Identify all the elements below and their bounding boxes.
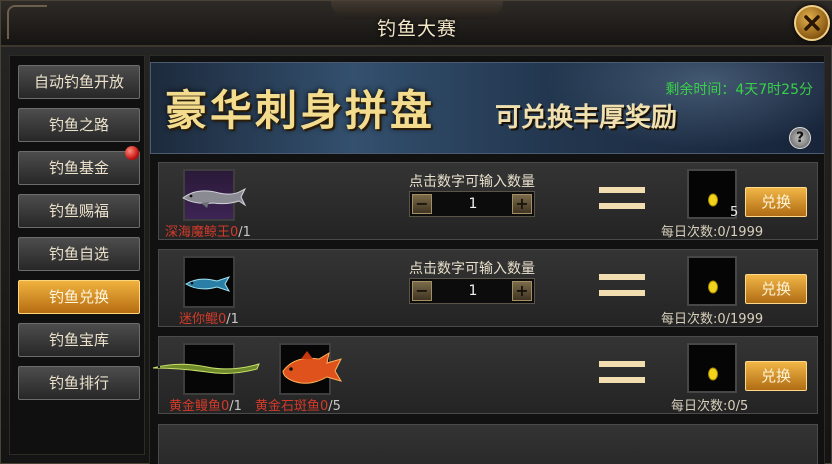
close-icon [804, 15, 820, 31]
quantity-hint: 点击数字可输入数量 [409, 174, 535, 190]
item-slot[interactable] [152, 343, 260, 395]
sidebar-item-label: 钓鱼兑换 [48, 288, 109, 306]
daily-limit: 每日次数:0/1999 [661, 225, 764, 240]
help-icon: ? [795, 130, 805, 146]
sidebar-item-fishing-ranking[interactable]: 钓鱼排行 [18, 366, 140, 400]
golden-grouper-icon [282, 351, 343, 384]
golden-eel-icon [152, 363, 260, 374]
sidebar-item-label: 钓鱼宝库 [48, 331, 109, 349]
exchange-button[interactable]: 兑换 [745, 274, 807, 304]
event-banner: 豪华刺身拼盘 可兑换丰厚奖励 剩余时间：4天7时25分 ? [150, 62, 824, 154]
reward-slot[interactable] [687, 343, 737, 393]
sidebar-item-fishing-road[interactable]: 钓鱼之路 [18, 108, 140, 142]
exchange-button[interactable]: 兑换 [745, 361, 807, 391]
quantity-input[interactable]: 1 [436, 283, 510, 299]
exchange-row [158, 424, 818, 464]
item-slot[interactable] [279, 343, 343, 395]
sidebar-item-label: 钓鱼排行 [48, 374, 109, 392]
equals-icon [599, 187, 645, 213]
sidebar-item-label: 钓鱼基金 [48, 159, 109, 177]
increase-button[interactable]: + [512, 281, 532, 301]
exchange-row: 迷你鲲0/1 点击数字可输入数量 − 1 + 兑换 每日次数:0/1999 [158, 249, 818, 327]
title-bar: 钓鱼大赛 [1, 1, 832, 47]
decrease-button[interactable]: − [412, 194, 432, 214]
notification-badge [125, 146, 139, 160]
item-slot[interactable] [183, 256, 235, 308]
exchange-button-label: 兑换 [760, 193, 791, 211]
item-name-label: 深海魔鲸王0/1 [165, 225, 251, 240]
item-name-label: 黄金鳗鱼0/1 [169, 399, 242, 414]
help-button[interactable]: ? [789, 127, 811, 149]
exchange-row: 深海魔鲸王0/1 点击数字可输入数量 − 1 + 5 兑换 每日次数:0/199… [158, 162, 818, 240]
mini-kun-fish-icon [185, 276, 231, 292]
increase-button[interactable]: + [512, 194, 532, 214]
item-name-label: 迷你鲲0/1 [179, 312, 239, 327]
exchange-row: 黄金鳗鱼0/1 黄金石斑鱼0/5 兑换 每日次数:0/5 [152, 336, 818, 414]
whale-icon [182, 187, 247, 208]
banner-subtitle: 可兑换丰厚奖励 [495, 103, 678, 133]
countdown-timer: 剩余时间：4天7时25分 [665, 82, 813, 98]
sidebar-item-label: 自动钓鱼开放 [33, 73, 124, 91]
daily-limit: 每日次数:0/5 [671, 399, 749, 414]
exchange-button[interactable]: 兑换 [745, 187, 807, 217]
sidebar-item-fishing-treasury[interactable]: 钓鱼宝库 [18, 323, 140, 357]
sidebar-item-fishing-blessing[interactable]: 钓鱼赐福 [18, 194, 140, 228]
quantity-stepper[interactable]: − 1 + [409, 191, 535, 217]
close-button[interactable] [794, 5, 830, 41]
sidebar-item-fishing-choice[interactable]: 钓鱼自选 [18, 237, 140, 271]
reward-slot[interactable] [687, 256, 737, 306]
item-slot[interactable] [182, 169, 247, 221]
quantity-input[interactable]: 1 [436, 196, 510, 212]
exchange-button-label: 兑换 [760, 280, 791, 298]
equals-icon [599, 361, 645, 387]
gold-bead-icon [708, 193, 718, 207]
quantity-stepper[interactable]: − 1 + [409, 278, 535, 304]
sidebar-item-label: 钓鱼赐福 [48, 202, 109, 220]
gold-bead-icon [708, 280, 718, 294]
sidebar-item-fishing-exchange[interactable]: 钓鱼兑换 [18, 280, 140, 314]
quantity-hint: 点击数字可输入数量 [409, 261, 535, 277]
equals-icon [599, 274, 645, 300]
decrease-button[interactable]: − [412, 281, 432, 301]
window-title: 钓鱼大赛 [376, 18, 457, 40]
item-name-label: 黄金石斑鱼0/5 [255, 399, 341, 414]
sidebar-item-fishing-fund[interactable]: 钓鱼基金 [18, 146, 140, 185]
reward-count: 5 [730, 205, 739, 220]
sidebar-item-label: 钓鱼之路 [48, 116, 109, 134]
gold-bead-icon [708, 367, 718, 381]
sidebar-item-label: 钓鱼自选 [48, 245, 109, 263]
daily-limit: 每日次数:0/1999 [661, 312, 764, 327]
sidebar-menu: 自动钓鱼开放 钓鱼之路 钓鱼基金 钓鱼赐福 钓鱼自选 钓鱼兑换 钓鱼宝库 钓鱼排… [9, 55, 145, 455]
sidebar-item-auto-fishing[interactable]: 自动钓鱼开放 [18, 65, 140, 99]
fishing-contest-window: 钓鱼大赛 自动钓鱼开放 钓鱼之路 钓鱼基金 钓鱼赐福 钓鱼自选 钓鱼兑换 钓鱼宝… [0, 0, 832, 464]
exchange-panel: 豪华刺身拼盘 可兑换丰厚奖励 剩余时间：4天7时25分 ? 深海魔鲸王0/1 点… [149, 55, 825, 464]
exchange-button-label: 兑换 [760, 367, 791, 385]
banner-title: 豪华刺身拼盘 [165, 86, 436, 135]
